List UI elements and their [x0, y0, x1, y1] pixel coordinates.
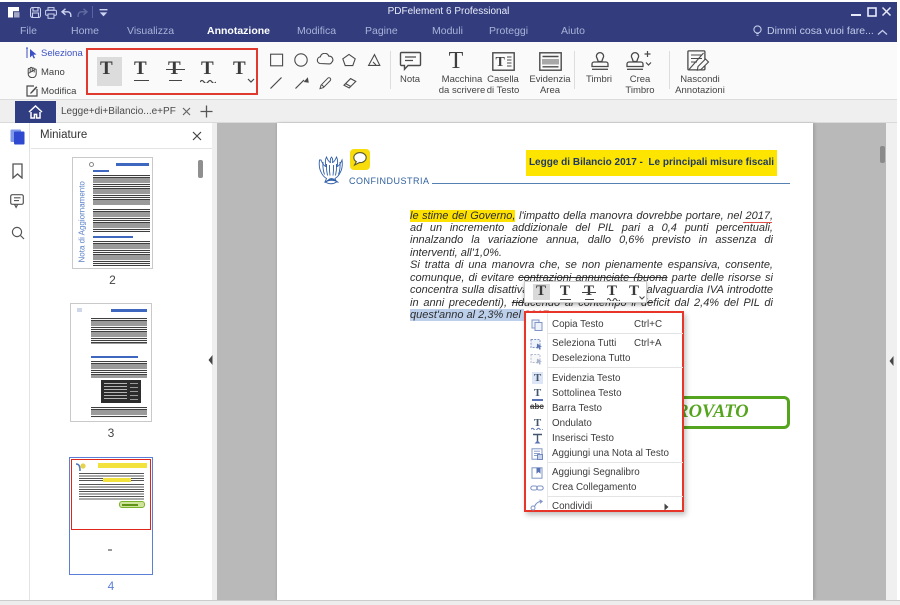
svg-text:T: T [496, 55, 506, 70]
